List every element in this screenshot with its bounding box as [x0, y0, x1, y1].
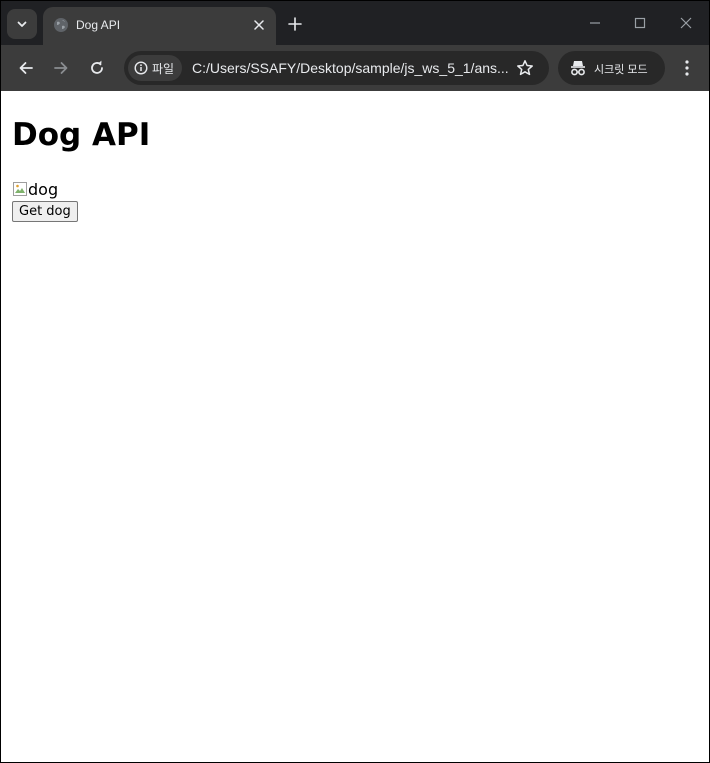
new-tab-button[interactable] — [284, 13, 306, 35]
url-text[interactable]: C:/Users/SSAFY/Desktop/sample/js_ws_5_1/… — [192, 60, 509, 76]
browser-menu-button[interactable] — [677, 56, 697, 80]
reload-button[interactable] — [85, 56, 109, 80]
plus-icon — [288, 17, 302, 31]
minimize-button[interactable] — [583, 11, 607, 35]
tab-strip: Dog API — [1, 1, 709, 45]
minimize-icon — [590, 22, 600, 24]
site-info-label: 파일 — [152, 61, 175, 76]
maximize-icon — [634, 17, 646, 29]
window-close-button[interactable] — [674, 11, 698, 35]
site-info-chip[interactable]: 파일 — [128, 55, 183, 81]
image-alt-text: dog — [28, 179, 59, 199]
back-button[interactable] — [14, 56, 38, 80]
address-bar[interactable]: 파일 C:/Users/SSAFY/Desktop/sample/js_ws_5… — [124, 51, 549, 85]
forward-button[interactable] — [49, 56, 73, 80]
close-icon — [680, 17, 692, 29]
browser-window: Dog API 파일 C:/Users/SSAFY/Desktop/sample… — [0, 0, 710, 763]
page-title: Dog API — [12, 117, 151, 153]
incognito-label: 시크릿 모드 — [594, 64, 648, 76]
broken-image-icon — [13, 182, 27, 196]
reload-icon — [91, 60, 103, 74]
arrow-right-icon — [54, 62, 68, 74]
get-dog-button[interactable]: Get dog — [12, 201, 78, 222]
bookmark-button[interactable] — [515, 58, 535, 78]
browser-toolbar: 파일 C:/Users/SSAFY/Desktop/sample/js_ws_5… — [1, 45, 709, 91]
chevron-down-icon — [17, 21, 27, 27]
incognito-chip[interactable]: 시크릿 모드 — [558, 51, 665, 85]
info-icon — [134, 61, 148, 75]
page-viewport: Dog API dog Get dog — [1, 91, 709, 762]
arrow-left-icon — [19, 62, 33, 74]
tab-search-button[interactable] — [7, 9, 37, 39]
dog-image: dog — [12, 179, 58, 199]
maximize-button[interactable] — [628, 11, 652, 35]
tab-dog-api[interactable]: Dog API — [43, 7, 276, 45]
star-icon — [517, 60, 533, 76]
close-icon — [254, 20, 264, 30]
tab-close-button[interactable] — [249, 15, 269, 35]
tab-title: Dog API — [76, 18, 121, 32]
incognito-icon — [571, 61, 585, 76]
globe-icon — [54, 18, 68, 32]
more-vertical-icon — [685, 60, 689, 76]
